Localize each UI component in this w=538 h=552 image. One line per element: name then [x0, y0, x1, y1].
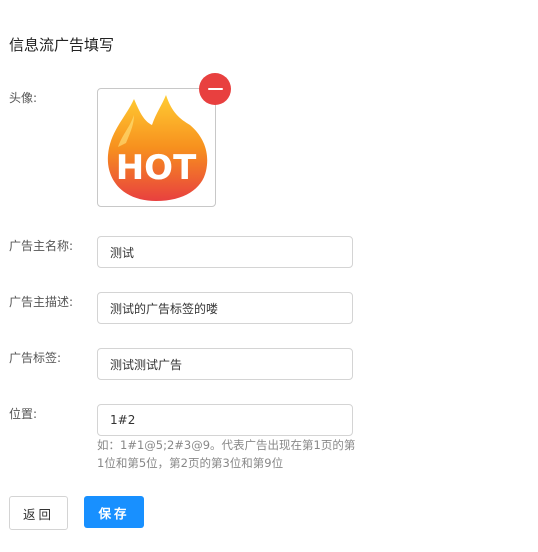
ad-tags-label: 广告标签:: [9, 351, 62, 365]
hot-flame-image: HOT: [107, 95, 208, 201]
position-input[interactable]: [97, 404, 353, 436]
advertiser-name-input[interactable]: [97, 236, 353, 268]
hot-text: HOT: [116, 148, 197, 188]
remove-avatar-button[interactable]: [199, 73, 231, 105]
minus-icon: [207, 88, 223, 90]
avatar-upload[interactable]: HOT: [97, 73, 231, 207]
avatar-label: 头像:: [9, 91, 38, 105]
page-title: 信息流广告填写: [9, 36, 115, 54]
position-label: 位置:: [9, 407, 38, 421]
back-button[interactable]: 返回: [9, 496, 68, 530]
advertiser-desc-input[interactable]: [97, 292, 353, 324]
position-hint: 如：1#1@5;2#3@9。代表广告出现在第1页的第1位和第5位，第2页的第3位…: [97, 438, 356, 470]
advertiser-desc-label: 广告主描述:: [9, 295, 74, 309]
ad-tags-input[interactable]: [97, 348, 353, 380]
save-button[interactable]: 保存: [84, 496, 144, 528]
advertiser-name-label: 广告主名称:: [9, 239, 74, 253]
